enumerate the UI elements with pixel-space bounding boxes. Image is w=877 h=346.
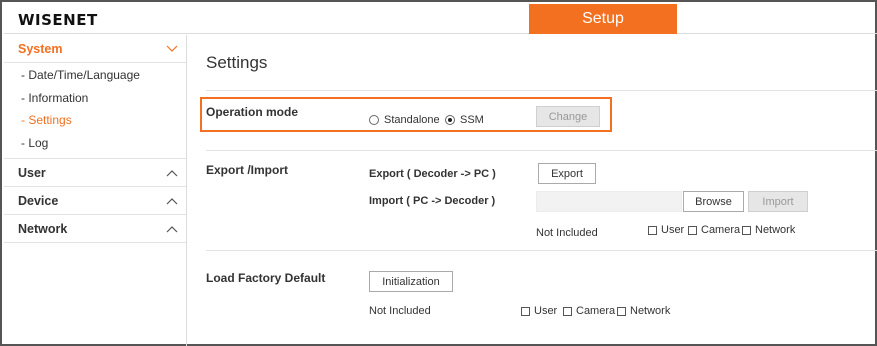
checkbox[interactable] [688,225,697,235]
divider [206,150,877,151]
tab-setup[interactable]: Setup [529,4,677,34]
import-file-field[interactable] [536,191,682,212]
chevron-down-icon[interactable] [166,45,178,53]
chevron-up-icon[interactable] [166,225,178,233]
radio-ssm[interactable]: SSM [445,114,484,126]
initialization-button[interactable]: Initialization [369,271,453,292]
not-included-label: Not Included [369,305,431,317]
checkbox[interactable] [563,306,572,316]
radio-circle[interactable] [369,115,379,125]
factory-check-user[interactable]: User [521,305,557,317]
wisenet-logo: WISENET [18,11,98,29]
export-check-user[interactable]: User [648,224,684,236]
divider [206,90,877,91]
browse-button[interactable]: Browse [683,191,744,212]
operation-mode-label: Operation mode [206,105,299,119]
divider [206,250,877,251]
check-label: User [661,224,685,236]
sidebar-section-device[interactable]: Device [4,187,186,215]
sidebar-section-label: System [18,41,63,56]
check-label: User [534,305,558,317]
radio-standalone[interactable]: Standalone [369,114,440,126]
not-included-label: Not Included [536,227,598,239]
radio-circle-selected[interactable] [445,115,455,125]
sidebar-section-label: Network [18,221,68,236]
checkbox[interactable] [617,306,626,316]
sidebar-section-user[interactable]: User [4,159,186,187]
checkbox[interactable] [648,225,657,235]
radio-ssm-label: SSM [460,114,484,126]
export-import-label: Export /Import [206,163,289,177]
page-title: Settings [206,53,268,72]
top-bar: WISENET Setup [4,4,877,34]
sidebar-section-system[interactable]: System [4,35,186,63]
chevron-up-icon[interactable] [166,169,178,177]
sidebar-section-label: Device [18,193,59,208]
export-check-network[interactable]: Network [742,224,795,236]
check-label: Camera [576,305,616,317]
sidebar-section-label: User [18,165,46,180]
export-button[interactable]: Export [538,163,596,184]
factory-default-label: Load Factory Default [206,271,326,285]
change-button[interactable]: Change [536,106,600,127]
window-frame: WISENET Setup System - Date/Time/Languag… [0,0,877,346]
sidebar-item-date-time-language[interactable]: - Date/Time/Language [4,64,186,87]
check-label: Camera [701,224,741,236]
chevron-up-icon[interactable] [166,197,178,205]
check-label: Network [755,224,796,236]
system-submenu: - Date/Time/Language - Information - Set… [4,63,186,159]
factory-check-camera[interactable]: Camera [563,305,615,317]
main-content: Settings Operation mode Standalone SSM C… [188,35,877,346]
import-button[interactable]: Import [748,191,808,212]
import-label: Import ( PC -> Decoder ) [369,195,496,207]
factory-check-network[interactable]: Network [617,305,670,317]
checkbox[interactable] [742,225,751,235]
sidebar: System - Date/Time/Language - Informatio… [4,35,187,346]
check-label: Network [630,305,671,317]
sidebar-item-settings[interactable]: - Settings [4,109,186,132]
checkbox[interactable] [521,306,530,316]
export-label: Export ( Decoder -> PC ) [369,168,496,180]
sidebar-item-log[interactable]: - Log [4,132,186,155]
sidebar-section-network[interactable]: Network [4,215,186,243]
sidebar-item-information[interactable]: - Information [4,87,186,110]
radio-standalone-label: Standalone [384,114,440,126]
export-check-camera[interactable]: Camera [688,224,740,236]
